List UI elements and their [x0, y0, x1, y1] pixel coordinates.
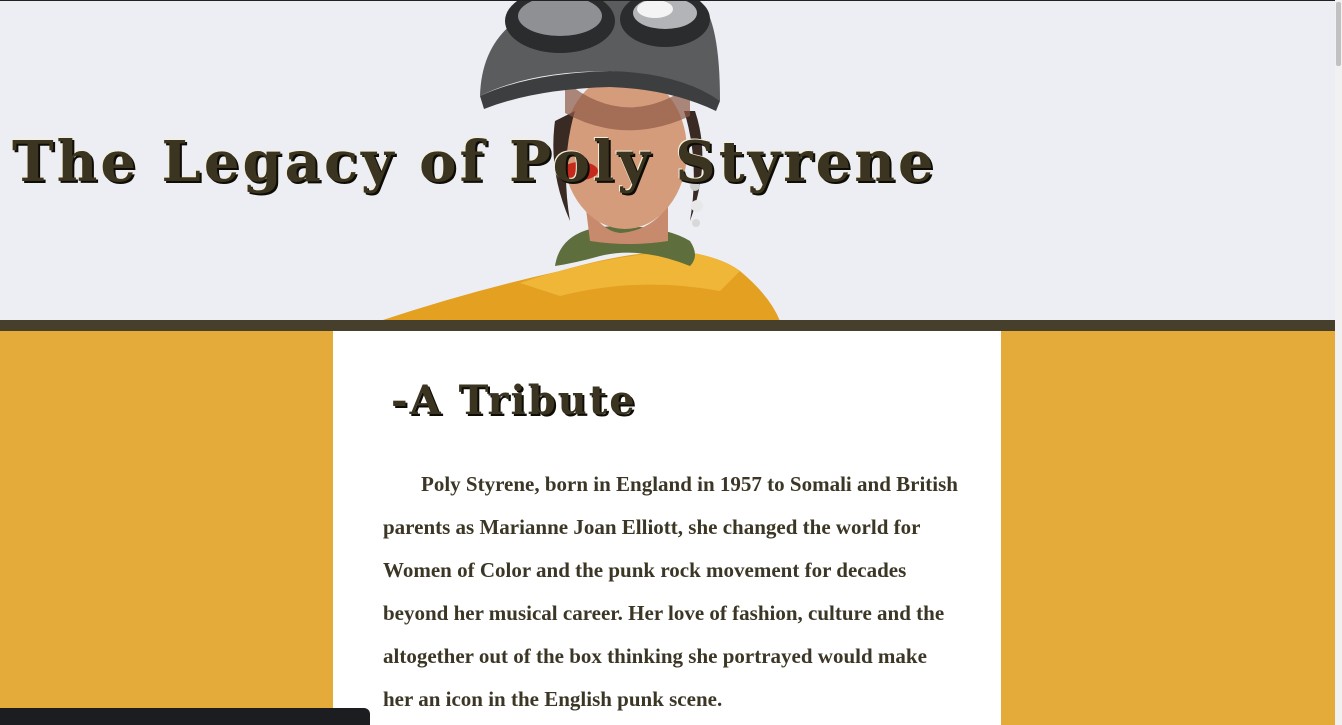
bottom-overlay-bar	[0, 708, 370, 725]
article-paragraph: Poly Styrene, born in England in 1957 to…	[383, 472, 958, 711]
article-card: -A Tribute Poly Styrene, born in England…	[333, 331, 1001, 725]
header-divider	[0, 320, 1335, 331]
page-title: The Legacy of Poly Styrene	[12, 129, 937, 195]
vertical-scrollbar[interactable]	[1335, 0, 1342, 725]
hero-banner: The Legacy of Poly Styrene	[0, 0, 1335, 321]
article-subtitle: -A Tribute	[391, 377, 637, 424]
page: The Legacy of Poly Styrene -A Tribute Po…	[0, 0, 1342, 725]
scrollbar-thumb[interactable]	[1336, 2, 1341, 66]
